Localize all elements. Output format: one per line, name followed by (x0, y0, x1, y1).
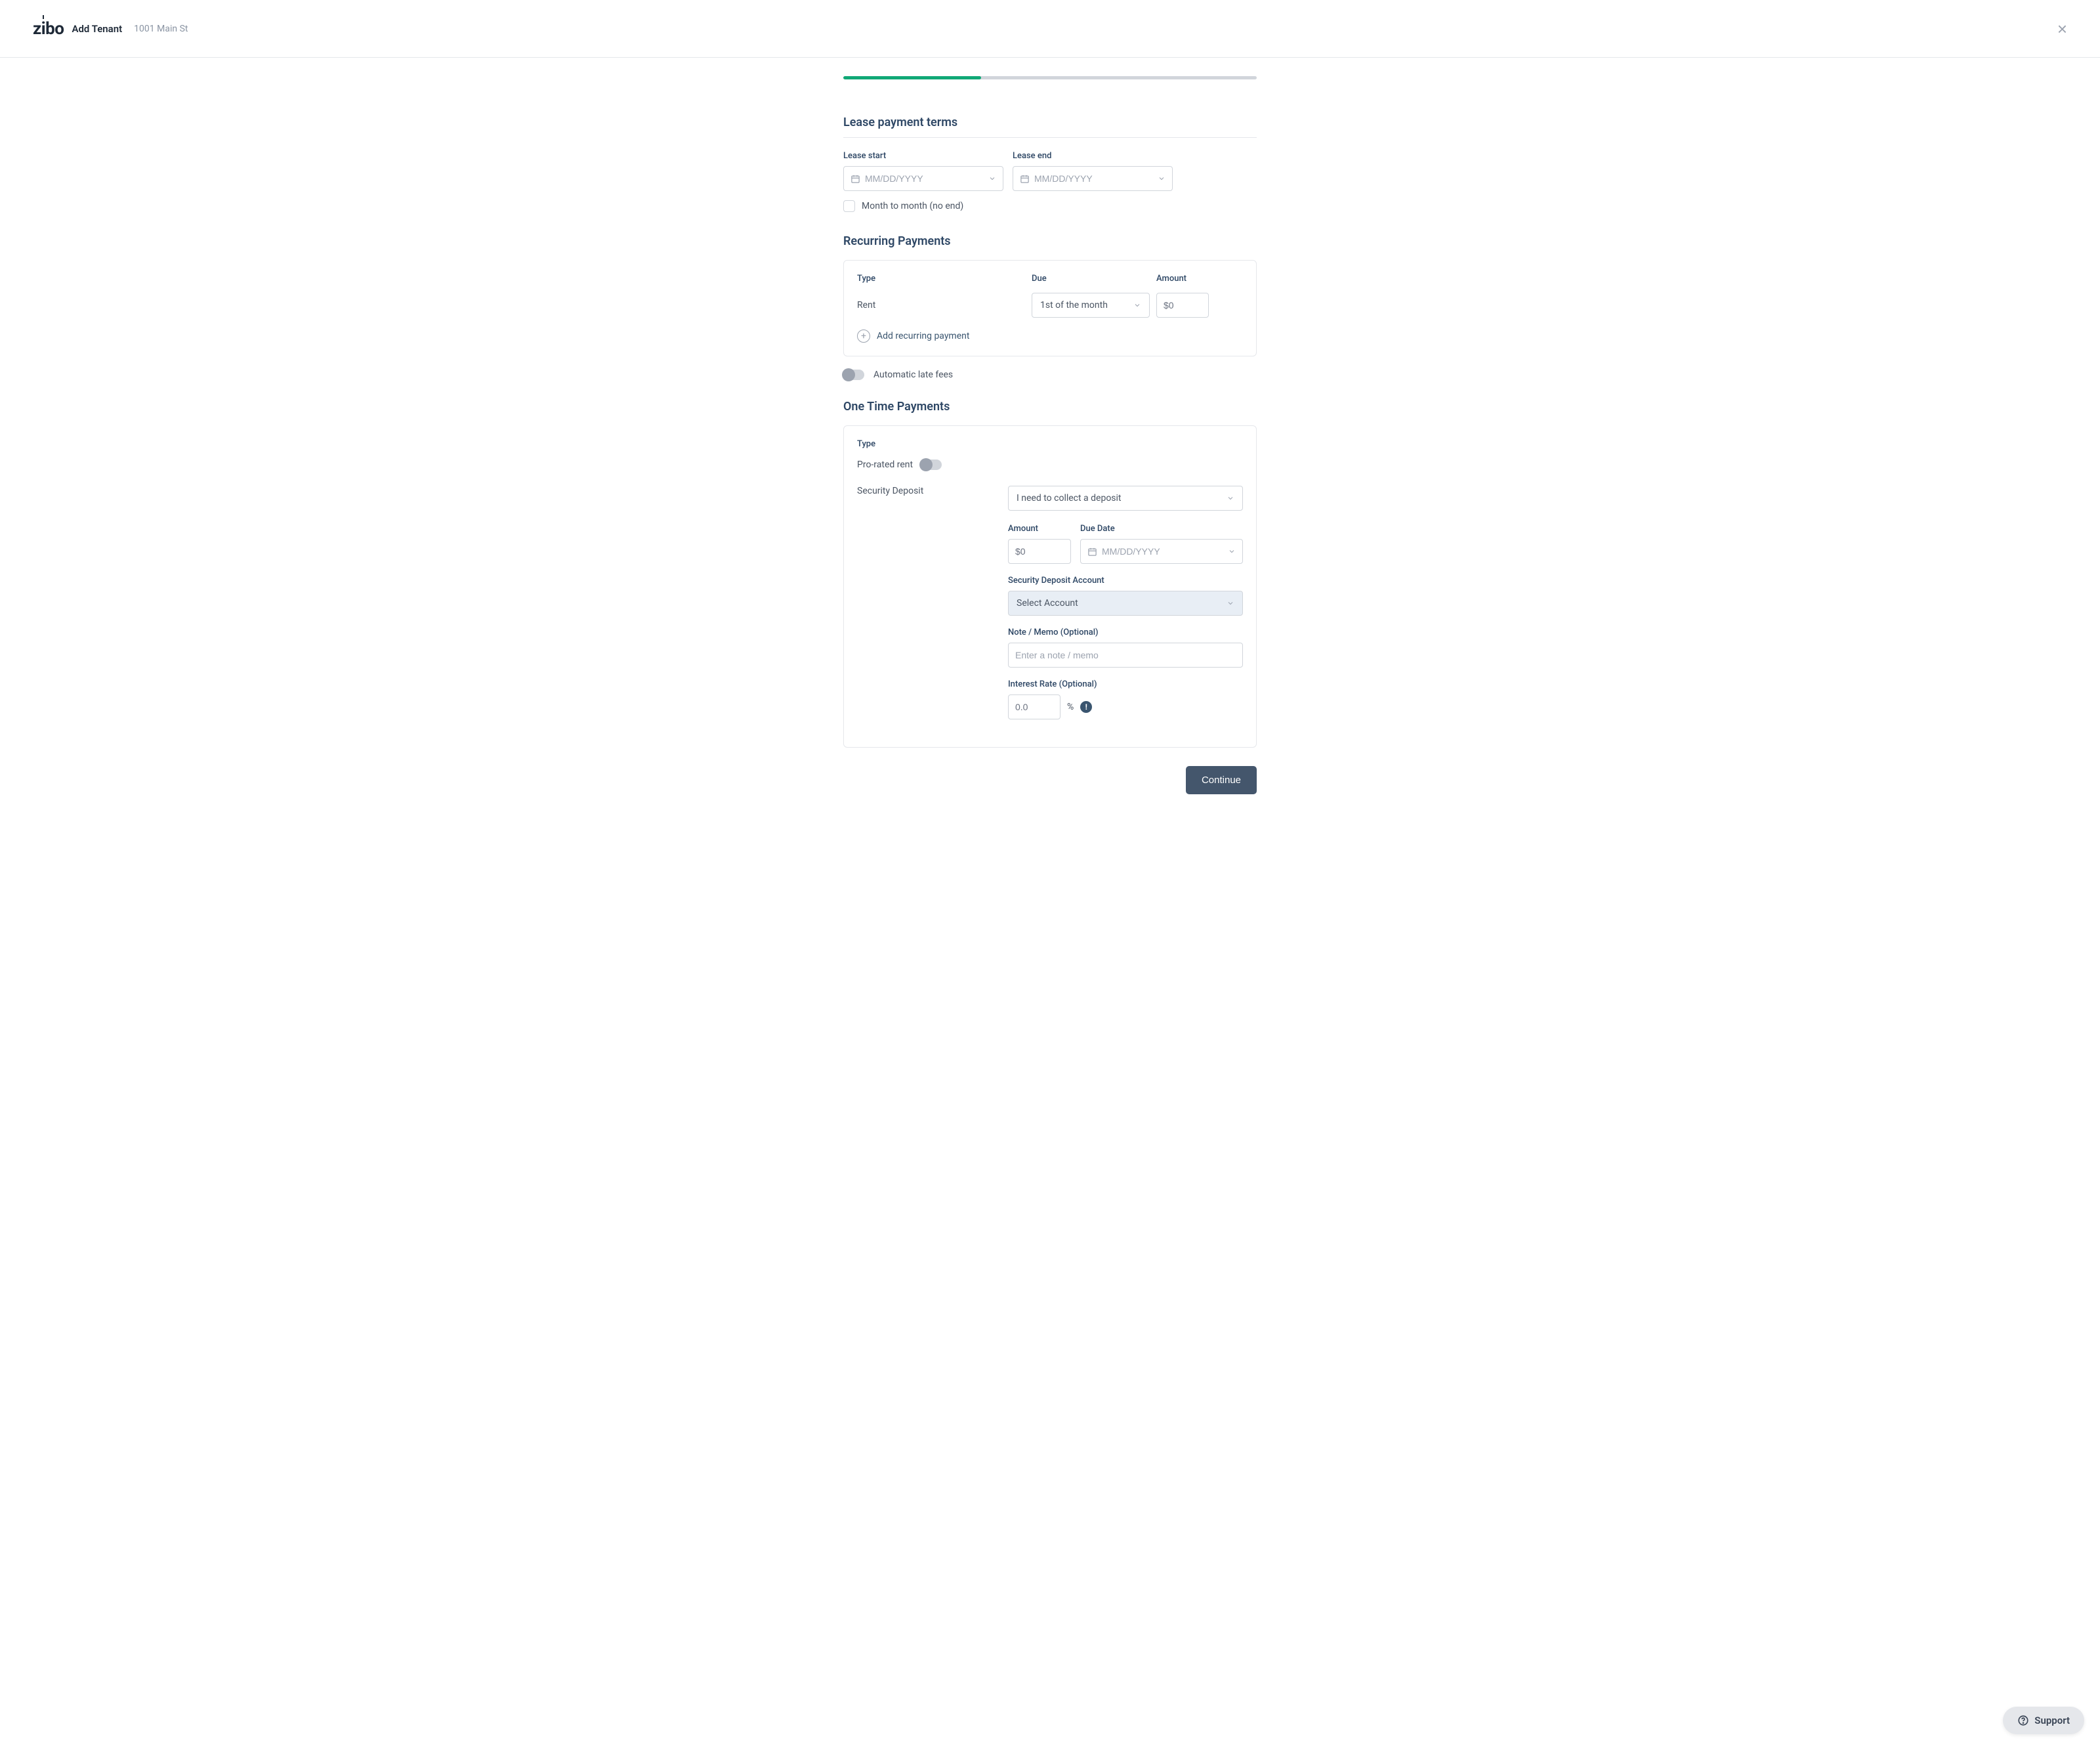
toggle-knob (919, 458, 933, 471)
prorated-toggle[interactable] (921, 459, 942, 470)
logo: zibo (33, 20, 64, 37)
deposit-select-value: I need to collect a deposit (1017, 493, 1122, 503)
rent-label: Rent (857, 300, 1032, 310)
info-icon[interactable]: ! (1080, 701, 1092, 713)
page-subtitle: 1001 Main St (134, 24, 188, 34)
deposit-select[interactable]: I need to collect a deposit (1008, 486, 1243, 511)
add-recurring-label: Add recurring payment (877, 331, 969, 341)
continue-button[interactable]: Continue (1186, 766, 1257, 794)
page-title: Add Tenant (72, 23, 122, 35)
late-fees-toggle[interactable] (843, 370, 864, 380)
calendar-icon (1020, 174, 1030, 184)
late-fees-label: Automatic late fees (873, 370, 953, 380)
deposit-amount-input-wrap[interactable] (1008, 539, 1071, 564)
support-icon (2017, 1715, 2029, 1726)
logo-text: zibo (33, 20, 64, 37)
note-input[interactable] (1015, 650, 1236, 660)
chevron-down-icon (1158, 175, 1166, 182)
chevron-down-icon (1228, 547, 1236, 555)
main-content: Lease payment terms Lease start Lease en… (843, 58, 1257, 821)
deposit-amount-input[interactable] (1015, 546, 1064, 557)
rent-due-select[interactable]: 1st of the month (1032, 293, 1150, 318)
chevron-down-icon (988, 175, 996, 182)
lease-end-field[interactable] (1034, 173, 1153, 184)
rate-input[interactable] (1015, 702, 1053, 712)
deposit-account-label: Security Deposit Account (1008, 576, 1243, 586)
plus-icon: + (857, 330, 870, 343)
month-to-month-checkbox[interactable] (843, 200, 855, 212)
deposit-due-input[interactable] (1080, 539, 1243, 564)
deposit-amount-label: Amount (1008, 524, 1071, 534)
month-to-month-label: Month to month (no end) (862, 201, 963, 211)
rent-due-value: 1st of the month (1040, 300, 1108, 310)
progress-bar (843, 76, 1257, 79)
note-label: Note / Memo (Optional) (1008, 628, 1243, 637)
chevron-down-icon (1227, 494, 1234, 502)
chevron-down-icon (1133, 301, 1141, 309)
deposit-account-select[interactable]: Select Account (1008, 591, 1243, 616)
recurring-type-header: Type (857, 274, 1032, 284)
toggle-knob (842, 368, 855, 381)
lease-start-field[interactable] (865, 173, 984, 184)
add-recurring-button[interactable]: + Add recurring payment (857, 330, 1243, 343)
lease-start-label: Lease start (843, 151, 1003, 161)
recurring-panel: Type Due Amount Rent 1st of the month (843, 260, 1257, 356)
calendar-icon (1087, 547, 1097, 557)
recurring-due-header: Due (1032, 274, 1156, 284)
progress-fill (843, 76, 981, 79)
calendar-icon (850, 174, 860, 184)
support-button[interactable]: Support (2003, 1707, 2084, 1734)
section-lease-terms-title: Lease payment terms (843, 116, 1257, 138)
chevron-down-icon (1227, 599, 1234, 607)
header: zibo Add Tenant 1001 Main St × (0, 0, 2100, 58)
lease-end-input[interactable] (1013, 166, 1173, 191)
lease-start-input[interactable] (843, 166, 1003, 191)
deposit-due-label: Due Date (1080, 524, 1243, 534)
prorated-label: Pro-rated rent (857, 459, 913, 470)
section-onetime-title: One Time Payments (843, 400, 1257, 414)
rent-amount-input[interactable] (1164, 300, 1202, 310)
deposit-label: Security Deposit (857, 486, 923, 496)
support-label: Support (2034, 1715, 2070, 1726)
close-icon: × (2057, 19, 2067, 39)
deposit-due-field[interactable] (1102, 546, 1223, 557)
lease-end-label: Lease end (1013, 151, 1173, 161)
section-recurring-title: Recurring Payments (843, 234, 1257, 248)
deposit-account-value: Select Account (1017, 598, 1078, 608)
rate-input-wrap[interactable] (1008, 694, 1060, 719)
rent-amount-input-wrap[interactable] (1156, 293, 1209, 318)
percent-symbol: % (1067, 702, 1074, 712)
close-button[interactable]: × (2057, 20, 2067, 37)
note-input-wrap[interactable] (1008, 643, 1243, 668)
onetime-panel: Type Pro-rated rent Security Deposit I n… (843, 425, 1257, 748)
onetime-type-header: Type (857, 439, 1243, 449)
rate-label: Interest Rate (Optional) (1008, 679, 1243, 689)
recurring-amount-header: Amount (1156, 274, 1243, 284)
